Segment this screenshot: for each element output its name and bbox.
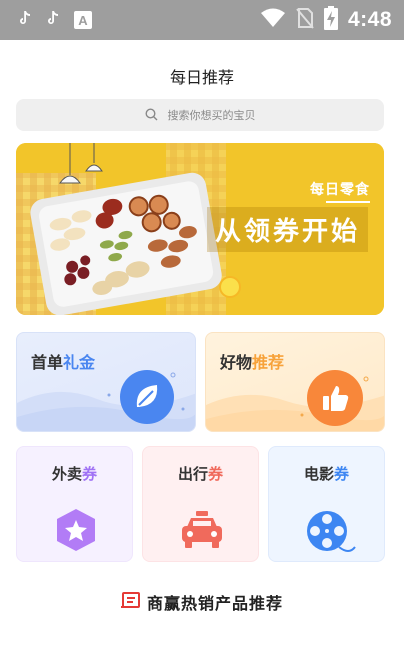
no-sim-icon xyxy=(296,7,314,33)
card-label-accent: 券 xyxy=(82,465,98,483)
card-label-accent: 券 xyxy=(208,465,224,483)
search-input[interactable]: 搜索你想买的宝贝 xyxy=(168,107,256,123)
card-label: 好物推荐 xyxy=(220,349,284,373)
page-title: 每日推荐 xyxy=(169,68,234,87)
banner-subtitle: 每日零食 xyxy=(310,182,370,198)
section-heading: 商赢热销产品推荐 xyxy=(0,590,404,614)
card-label-accent: 礼金 xyxy=(63,353,96,372)
card-label-accent: 推荐 xyxy=(252,353,285,372)
wifi-icon xyxy=(260,8,286,32)
section-title: 商赢热销产品推荐 xyxy=(146,594,283,613)
card-label-prefix: 出行 xyxy=(177,465,208,483)
search-bar[interactable]: 搜索你想买的宝贝 xyxy=(16,99,384,131)
card-label: 首单礼金 xyxy=(31,349,95,373)
card-label-prefix: 电影 xyxy=(303,465,334,483)
list-icon xyxy=(120,591,141,613)
battery-charging-icon xyxy=(323,6,338,34)
card-first-order-gift[interactable]: 首单礼金 xyxy=(16,332,196,432)
card-travel-coupon[interactable]: 出行券 xyxy=(142,446,259,562)
promo-banner[interactable]: 每日零食 从领券开始 xyxy=(16,143,384,315)
card-label: 外卖券 xyxy=(17,463,132,484)
card-takeout-coupon[interactable]: 外卖券 xyxy=(16,446,133,562)
card-label-prefix: 外卖 xyxy=(51,465,82,483)
banner-headline: 从领券开始 xyxy=(206,207,368,252)
status-time: 4:48 xyxy=(347,8,392,31)
card-label-prefix: 首单 xyxy=(31,353,64,372)
card-good-picks[interactable]: 好物推荐 xyxy=(205,332,385,432)
card-movie-coupon[interactable]: 电影券 xyxy=(268,446,385,562)
status-bar: A 4:48 xyxy=(0,0,404,40)
card-label: 电影券 xyxy=(269,463,384,484)
search-icon xyxy=(144,106,158,125)
card-label: 出行券 xyxy=(143,463,258,484)
tiktok-icon xyxy=(46,10,60,30)
tiktok-icon xyxy=(18,10,32,30)
a-icon: A xyxy=(74,11,92,29)
card-label-accent: 券 xyxy=(334,465,350,483)
card-label-prefix: 好物 xyxy=(220,353,253,372)
